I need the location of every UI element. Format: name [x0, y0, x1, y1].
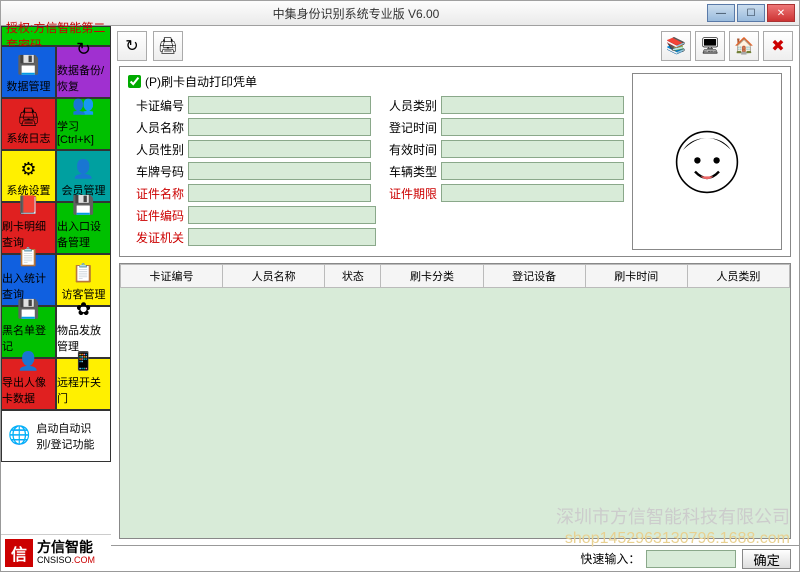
field-input[interactable]: [188, 184, 371, 202]
detail-panel: (P)刷卡自动打印凭单 卡证编号 人员类别人员名称 登记时间人员性别 有效时间车牌号码…: [119, 66, 791, 257]
tile-label: 黑名单登记: [2, 322, 55, 354]
toolbar: ↻ 🖨 📚 🖥 🏠 ✖: [111, 26, 799, 66]
field-input[interactable]: [441, 184, 624, 202]
field-label: 人员名称: [128, 119, 184, 136]
field-input[interactable]: [441, 96, 624, 114]
field-label: 有效时间: [381, 141, 437, 158]
tile-icon: 👤: [70, 158, 98, 180]
table-header: 卡证编号: [121, 265, 223, 288]
tile-label: 导出人像卡数据: [2, 374, 55, 406]
tile-label: 系统日志: [7, 130, 51, 146]
field-label: 发证机关: [128, 229, 184, 246]
tile-icon: 💾: [15, 299, 43, 320]
sidebar: 授权:方信智能第二套密码 💾数据管理↻数据备份/恢复🖨系统日志👥学习[Ctrl+…: [1, 26, 111, 571]
auto-print-label: (P)刷卡自动打印凭单: [145, 73, 257, 90]
titlebar: 中集身份识别系统专业版 V6.00 — ☐ ✕: [0, 0, 800, 26]
avatar-icon: [667, 122, 747, 202]
tile-0[interactable]: 💾 数据管理: [1, 46, 56, 98]
tile-icon: 📕: [15, 195, 43, 216]
exit-button[interactable]: ✖: [763, 31, 793, 61]
field-label: 车牌号码: [128, 163, 184, 180]
home-button[interactable]: 🏠: [729, 31, 759, 61]
field-label: 人员类别: [381, 97, 437, 114]
quick-input-label: 快速输入：: [580, 550, 640, 567]
tile-icon: ↻: [70, 39, 98, 60]
logo-square: 信: [5, 539, 33, 567]
tile-7[interactable]: 💾出入口设备管理: [56, 202, 111, 254]
auto-print-checkbox[interactable]: [128, 75, 141, 88]
table-header: 人员类别: [687, 265, 789, 288]
field-input[interactable]: [188, 162, 371, 180]
field-label: 证件名称: [128, 185, 184, 202]
tile-icon: ✿: [70, 299, 98, 320]
refresh-button[interactable]: ↻: [117, 31, 147, 61]
field-input[interactable]: [441, 140, 624, 158]
tile-icon: 👥: [70, 95, 98, 116]
confirm-button[interactable]: 确定: [742, 549, 791, 569]
tile-label: 出入统计查询: [2, 270, 55, 302]
minimize-button[interactable]: —: [707, 4, 735, 22]
field-input[interactable]: [188, 206, 376, 224]
tile-13[interactable]: 📱远程开关门: [56, 358, 111, 410]
field-label: 证件编码: [128, 207, 184, 224]
tile-icon: 👤: [15, 351, 43, 372]
help-button[interactable]: 📚: [661, 31, 691, 61]
quick-input[interactable]: [646, 550, 736, 568]
field-label: 登记时间: [381, 119, 437, 136]
brand-logo: 信 方信智能 CNSISO.COM: [1, 534, 111, 571]
field-input[interactable]: [188, 96, 371, 114]
tile-icon: 💾: [15, 54, 43, 76]
tile-icon: 📋: [15, 247, 43, 268]
field-input[interactable]: [188, 228, 376, 246]
photo-box: [632, 73, 782, 250]
tile-2[interactable]: 🖨 系统日志: [1, 98, 56, 150]
field-input[interactable]: [441, 162, 624, 180]
maximize-button[interactable]: ☐: [737, 4, 765, 22]
tile-label: 刷卡明细查询: [2, 218, 55, 250]
window-title: 中集身份识别系统专业版 V6.00: [5, 5, 707, 22]
tile-12[interactable]: 👤导出人像卡数据: [1, 358, 56, 410]
table-header: 刷卡分类: [381, 265, 483, 288]
table-header: 人员名称: [223, 265, 325, 288]
field-input[interactable]: [441, 118, 624, 136]
print-button[interactable]: 🖨: [153, 31, 183, 61]
table-header: 刷卡时间: [585, 265, 687, 288]
tile-label: 物品发放管理: [57, 322, 110, 354]
tile-1[interactable]: ↻数据备份/恢复: [56, 46, 111, 98]
tile-auto-detect[interactable]: 🌐 启动自动识别/登记功能: [1, 410, 111, 462]
field-label: 车辆类型: [381, 163, 437, 180]
records-table: 卡证编号人员名称状态刷卡分类登记设备刷卡时间人员类别: [119, 263, 791, 539]
close-button[interactable]: ✕: [767, 4, 795, 22]
tile-label: 远程开关门: [57, 374, 110, 406]
tile-icon: 🌐: [8, 424, 30, 446]
field-label: 卡证编号: [128, 97, 184, 114]
statusbar: 快速输入： 确定: [111, 545, 799, 571]
table-header: 登记设备: [483, 265, 585, 288]
logo-cn: 方信智能: [37, 540, 95, 555]
tile-label: 数据备份/恢复: [57, 62, 110, 94]
tile-3[interactable]: 👥学习[Ctrl+K]: [56, 98, 111, 150]
field-label: 证件期限: [381, 185, 437, 202]
monitor-button[interactable]: 🖥: [695, 31, 725, 61]
table-header: 状态: [325, 265, 381, 288]
logo-en: CNSISO.COM: [37, 556, 95, 566]
field-input[interactable]: [188, 118, 371, 136]
table-body: [120, 288, 790, 538]
field-input[interactable]: [188, 140, 371, 158]
tile-label: 出入口设备管理: [57, 218, 110, 250]
tile-label: 启动自动识别/登记功能: [36, 420, 104, 452]
tile-icon: 📋: [70, 262, 98, 284]
tile-icon: ⚙: [15, 158, 43, 180]
tile-label: 学习[Ctrl+K]: [57, 118, 110, 146]
tile-icon: 💾: [70, 195, 98, 216]
tile-label: 数据管理: [7, 78, 51, 94]
field-label: 人员性别: [128, 141, 184, 158]
tile-icon: 🖨: [15, 106, 43, 128]
tile-icon: 📱: [70, 351, 98, 372]
